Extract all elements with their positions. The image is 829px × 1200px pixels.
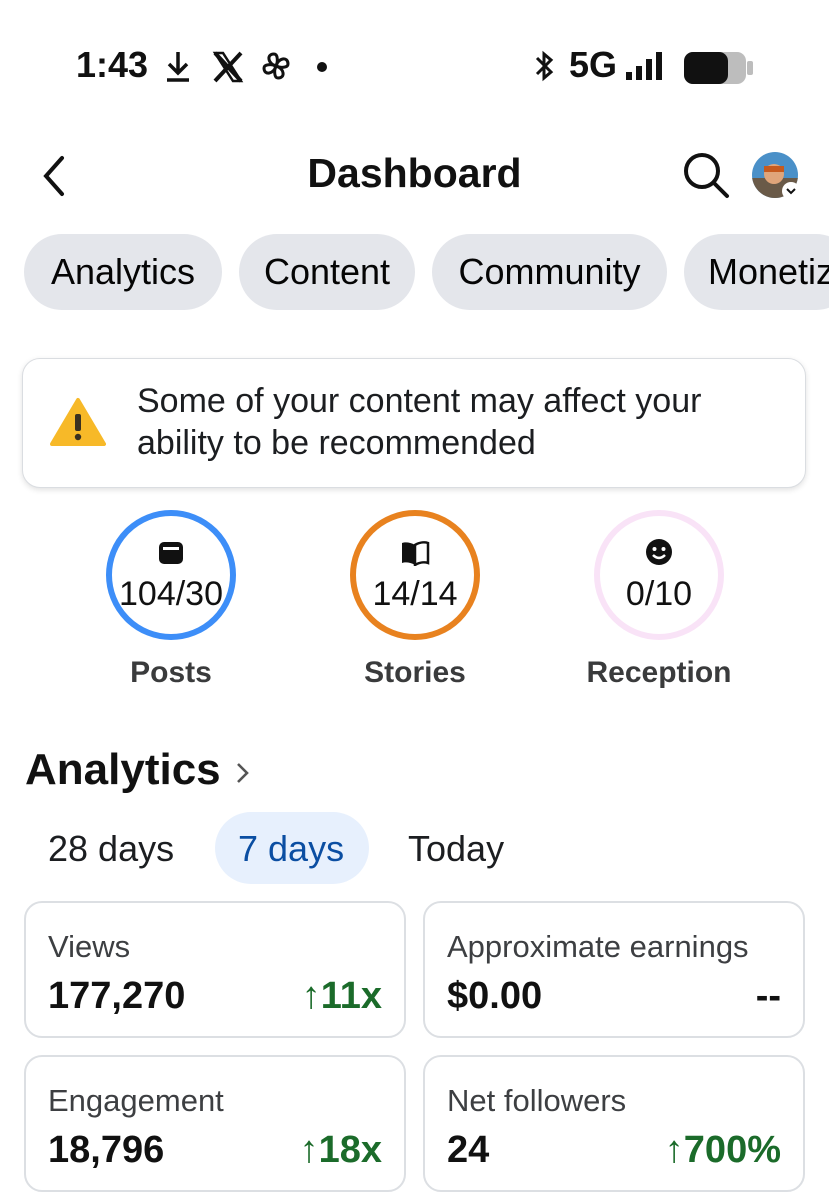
earnings-delta: --: [755, 975, 781, 1017]
engagement-value: 18,796: [48, 1129, 165, 1171]
chevron-right-icon[interactable]: [232, 760, 252, 786]
views-card[interactable]: Views 177,270 ↑11x: [24, 901, 406, 1038]
dot-icon: [317, 62, 327, 72]
range-28-days[interactable]: 28 days: [48, 828, 174, 870]
x-logo-icon: [212, 51, 244, 83]
reception-label: Reception: [586, 656, 732, 689]
status-time: 1:43: [76, 44, 149, 85]
avatar[interactable]: [752, 152, 800, 200]
earnings-card[interactable]: Approximate earnings $0.00 --: [423, 901, 805, 1038]
net-followers-label: Net followers: [447, 1083, 627, 1118]
warning-icon: [50, 398, 106, 446]
range-7-days[interactable]: 7 days: [238, 828, 344, 870]
network-type: 5G: [569, 44, 618, 85]
posts-value: 104/30: [119, 575, 223, 613]
smiley-icon: [646, 539, 672, 565]
views-label: Views: [48, 929, 131, 964]
earnings-label: Approximate earnings: [447, 929, 749, 964]
net-followers-value: 24: [447, 1129, 490, 1171]
engagement-delta: ↑18x: [299, 1129, 382, 1171]
stories-value: 14/14: [372, 575, 458, 613]
search-icon[interactable]: [681, 150, 731, 200]
tab-monetization[interactable]: Monetiz: [684, 234, 829, 310]
range-today[interactable]: Today: [408, 828, 504, 870]
download-icon: [167, 52, 189, 82]
net-followers-delta: ↑700%: [664, 1129, 781, 1171]
book-icon: [402, 541, 430, 566]
pinwheel-icon: [262, 52, 290, 80]
tab-content[interactable]: Content: [239, 234, 415, 310]
account-dropdown-icon: [782, 182, 800, 200]
stories-label: Stories: [364, 656, 466, 689]
posts-label: Posts: [130, 656, 212, 689]
battery-icon: [684, 52, 753, 84]
tab-analytics[interactable]: Analytics: [24, 234, 222, 310]
analytics-title[interactable]: Analytics: [25, 745, 221, 795]
net-followers-card[interactable]: Net followers 24 ↑700%: [423, 1055, 805, 1192]
views-delta: ↑11x: [301, 975, 382, 1017]
warning-text: Some of your content may affect your abi…: [137, 382, 702, 462]
tab-community[interactable]: Community: [432, 234, 667, 310]
views-value: 177,270: [48, 975, 186, 1017]
engagement-label: Engagement: [48, 1083, 224, 1118]
earnings-value: $0.00: [447, 975, 543, 1017]
signal-icon: [626, 52, 662, 80]
bluetooth-icon: [535, 50, 554, 82]
reception-value: 0/10: [625, 575, 693, 613]
posts-icon: [159, 542, 183, 564]
engagement-card[interactable]: Engagement 18,796 ↑18x: [24, 1055, 406, 1192]
